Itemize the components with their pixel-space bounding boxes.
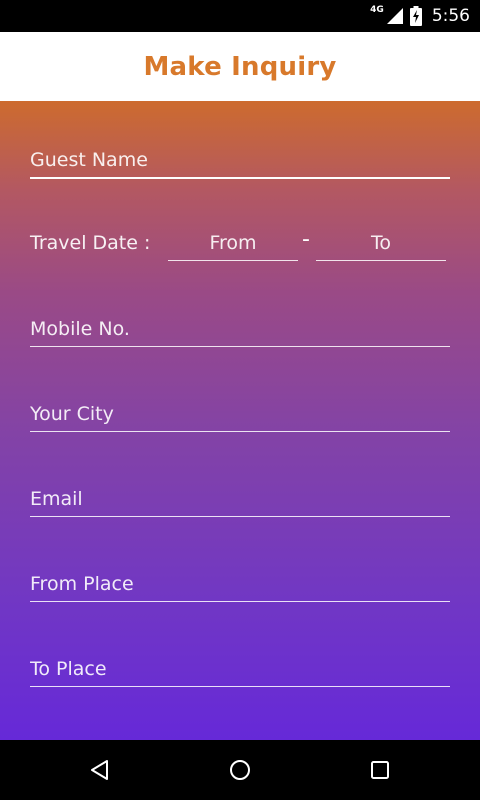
city-input[interactable] (30, 403, 450, 425)
inquiry-form: Travel Date : - (0, 101, 480, 740)
home-button[interactable] (200, 740, 280, 800)
mobile-field[interactable] (30, 306, 450, 347)
email-field[interactable] (30, 476, 450, 517)
status-icons: 4G 5:56 (370, 0, 470, 32)
home-icon (230, 760, 250, 780)
guest-name-field[interactable] (30, 137, 450, 179)
navigation-bar (0, 740, 480, 800)
back-icon (91, 760, 108, 780)
travel-date-label: Travel Date : (30, 232, 151, 254)
status-bar: 4G 5:56 (0, 0, 480, 32)
to-date-input[interactable] (316, 232, 446, 254)
email-input[interactable] (30, 488, 450, 510)
app-header: Make Inquiry (0, 32, 480, 101)
date-separator: - (302, 227, 310, 252)
from-date-field[interactable] (168, 222, 298, 261)
to-place-field[interactable] (30, 646, 450, 687)
to-place-input[interactable] (30, 658, 450, 680)
to-date-field[interactable] (316, 222, 446, 261)
page-title: Make Inquiry (143, 51, 337, 82)
guest-name-input[interactable] (30, 149, 450, 171)
network-type-label: 4G (370, 5, 384, 15)
signal-icon (386, 8, 403, 24)
back-button[interactable] (60, 740, 140, 800)
from-place-field[interactable] (30, 561, 450, 602)
clock: 5:56 (431, 6, 470, 26)
recents-icon (371, 761, 389, 779)
city-field[interactable] (30, 391, 450, 432)
mobile-input[interactable] (30, 318, 450, 340)
recents-button[interactable] (340, 740, 420, 800)
battery-charging-icon (409, 6, 422, 26)
from-place-input[interactable] (30, 573, 450, 595)
from-date-input[interactable] (168, 232, 298, 254)
